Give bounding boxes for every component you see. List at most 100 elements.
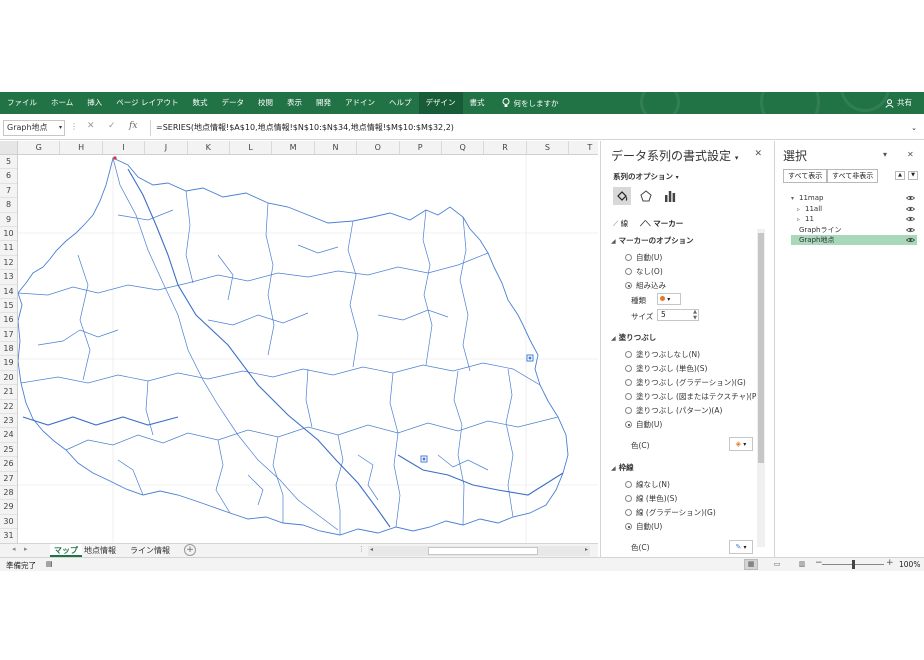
fill-solid-radio[interactable]: 塗りつぶし (単色)(S) (625, 363, 707, 374)
series-options-dropdown[interactable]: 系列のオプション ▾ (613, 171, 679, 182)
row-header[interactable]: 10 (0, 227, 17, 242)
tab-review[interactable]: 校閲 (251, 92, 280, 114)
border-none-radio[interactable]: 線なし(N) (625, 479, 670, 490)
zoom-out-icon[interactable]: − (815, 558, 823, 568)
subtab-marker[interactable]: ⟋⟍ マーカー (640, 218, 683, 229)
next-sheet-icon[interactable]: ▸ (24, 545, 28, 553)
row-header[interactable]: 25 (0, 443, 17, 458)
column-header[interactable]: J (145, 141, 188, 154)
row-header[interactable]: 11 (0, 241, 17, 256)
spin-arrows-icon[interactable]: ▲ ▼ (693, 309, 697, 321)
expand-arrow-icon[interactable]: ▾ (791, 194, 799, 204)
tab-home[interactable]: ホーム (44, 92, 80, 114)
column-header[interactable]: Q (442, 141, 485, 154)
expand-arrow-icon[interactable]: ▹ (797, 215, 805, 225)
column-header[interactable]: O (357, 141, 400, 154)
chevron-down-icon[interactable]: ▾ (883, 150, 887, 159)
marker-type-dropdown[interactable]: ▾ (657, 293, 681, 305)
pane-title[interactable]: データ系列の書式設定 ▾ (611, 147, 738, 164)
series-options-tab-icon[interactable] (661, 187, 679, 205)
border-gradient-radio[interactable]: 線 (グラデーション)(G) (625, 507, 716, 518)
column-header[interactable]: M (272, 141, 315, 154)
tab-help[interactable]: ヘルプ (382, 92, 419, 114)
expand-arrow-icon[interactable]: ▹ (797, 205, 805, 215)
zoom-slider-thumb[interactable] (852, 560, 855, 569)
scroll-right-icon[interactable]: ▸ (585, 546, 588, 553)
fill-picture-radio[interactable]: 塗りつぶし (図またはテクスチャ)(P) (625, 391, 759, 402)
pane-scrollbar[interactable] (757, 229, 765, 547)
column-header[interactable]: N (315, 141, 358, 154)
row-header[interactable]: 12 (0, 256, 17, 271)
fill-gradient-radio[interactable]: 塗りつぶし (グラデーション)(G) (625, 377, 746, 388)
fill-auto-radio[interactable]: 自動(U) (625, 419, 662, 430)
split-handle-icon[interactable]: ⋮ (358, 545, 365, 553)
row-header[interactable]: 5 (0, 155, 17, 170)
tab-view[interactable]: 表示 (280, 92, 309, 114)
marker-auto-radio[interactable]: 自動(U) (625, 252, 662, 263)
data-marker[interactable] (526, 354, 534, 362)
row-header[interactable]: 30 (0, 515, 17, 530)
scroll-left-icon[interactable]: ◂ (370, 546, 373, 553)
tab-design[interactable]: デザイン (418, 92, 463, 114)
column-header[interactable]: L (230, 141, 273, 154)
column-header[interactable]: P (400, 141, 442, 154)
zoom-level[interactable]: 100% (899, 560, 920, 569)
marker-builtin-radio[interactable]: 組み込み (625, 280, 666, 291)
row-header[interactable]: 31 (0, 529, 17, 543)
marker-size-stepper[interactable]: 5 ▲ ▼ (657, 309, 699, 321)
eye-icon[interactable] (906, 206, 915, 212)
row-header[interactable]: 27 (0, 472, 17, 486)
add-sheet-button[interactable]: + (184, 544, 196, 556)
data-marker[interactable] (113, 156, 117, 160)
column-header[interactable]: I (103, 141, 146, 154)
tell-me-box[interactable]: 何をしますか (492, 98, 559, 109)
data-marker[interactable] (420, 455, 428, 463)
scrollbar-thumb[interactable] (758, 233, 764, 463)
row-header[interactable]: 17 (0, 328, 17, 343)
sheet-tab-line-info[interactable]: ライン情報 (126, 544, 174, 557)
column-header[interactable]: R (484, 141, 527, 154)
tab-format[interactable]: 書式 (463, 92, 492, 114)
close-icon[interactable]: ✕ (907, 150, 914, 159)
border-section[interactable]: ◢ 枠線 (611, 462, 634, 473)
insert-function-icon[interactable]: fx (129, 121, 137, 131)
send-backward-icon[interactable]: ▼ (908, 171, 918, 180)
marker-none-radio[interactable]: なし(O) (625, 266, 663, 277)
subtab-line[interactable]: ⟋ 線 (613, 218, 628, 229)
formula-input[interactable]: =SERIES(地点情報!$A$10,地点情報!$N$10:$N$34,地点情報… (150, 120, 920, 136)
hide-all-button[interactable]: すべて非表示 (827, 169, 879, 183)
name-box[interactable]: Graph地点 ▾ (3, 120, 65, 136)
scrollbar-thumb[interactable] (428, 547, 538, 555)
row-header[interactable]: 9 (0, 213, 17, 227)
zoom-in-icon[interactable]: + (886, 558, 894, 568)
sheet-tab-map[interactable]: マップ (50, 544, 82, 557)
eye-icon[interactable] (906, 237, 915, 243)
data-markers[interactable] (113, 156, 534, 463)
close-icon[interactable]: ✕ (754, 149, 762, 159)
chevron-down-icon[interactable]: ▾ (59, 121, 62, 135)
row-header[interactable]: 16 (0, 313, 17, 328)
eye-icon[interactable] (906, 195, 915, 201)
tab-formulas[interactable]: 数式 (186, 92, 215, 114)
cancel-icon[interactable]: ✕ (87, 121, 95, 131)
tab-page-layout[interactable]: ページ レイアウト (109, 92, 185, 114)
eye-icon[interactable] (906, 227, 915, 233)
row-header[interactable]: 14 (0, 285, 17, 299)
row-header[interactable]: 19 (0, 356, 17, 371)
sheet-tab-point-info[interactable]: 地点情報 (80, 544, 120, 557)
tab-file[interactable]: ファイル (0, 92, 44, 114)
column-header[interactable]: H (60, 141, 103, 154)
selection-item[interactable]: Graph地点 (791, 235, 917, 246)
selection-item[interactable]: Graphライン (791, 225, 917, 235)
chevron-down-icon[interactable]: ▾ (735, 154, 739, 162)
expand-formula-icon[interactable]: ⌄ (911, 120, 917, 136)
prev-sheet-icon[interactable]: ◂ (12, 545, 16, 553)
row-header[interactable]: 13 (0, 270, 17, 285)
page-break-view-icon[interactable]: ▥ (795, 559, 809, 570)
row-header[interactable]: 29 (0, 500, 17, 515)
column-header[interactable]: T (569, 141, 598, 154)
border-auto-radio[interactable]: 自動(U) (625, 521, 662, 532)
column-header[interactable]: S (527, 141, 570, 154)
fill-section[interactable]: ◢ 塗りつぶし (611, 332, 656, 343)
tab-addins[interactable]: アドイン (338, 92, 382, 114)
